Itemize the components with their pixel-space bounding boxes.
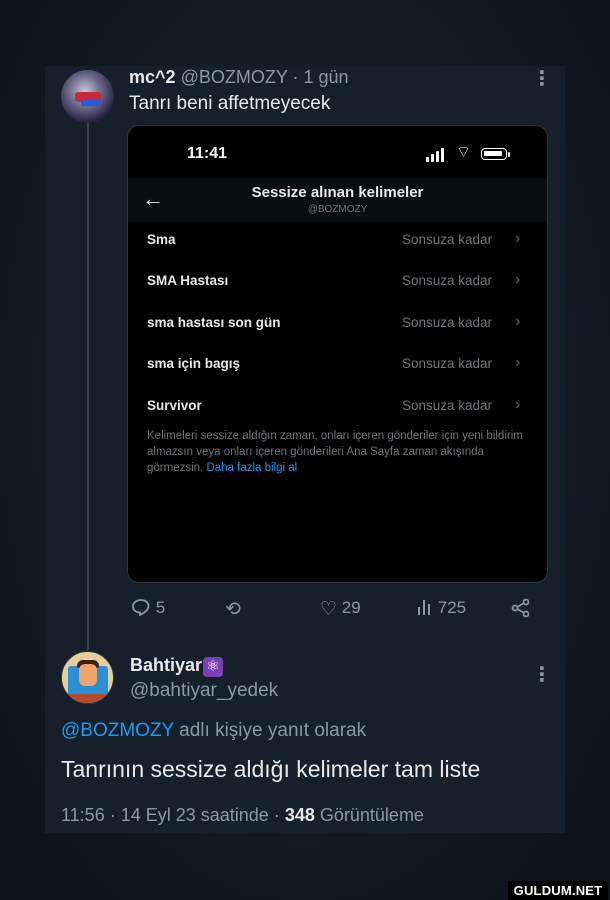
reply-icon	[132, 599, 150, 617]
more-dots-icon[interactable]: ⋮	[532, 66, 552, 91]
page-subtitle: @BOZMOZY	[307, 204, 368, 215]
tweet-text: Tanrının sessize aldığı kelimeler tam li…	[61, 756, 481, 782]
list-item: SMA Hastası Sonsuza kadar ›	[128, 267, 547, 297]
retweet-icon: ⟲	[225, 599, 241, 620]
signal-icon	[426, 157, 429, 162]
replying-to: @BOZMOZY adlı kişiye yanıt olarak	[61, 720, 367, 741]
wifi-icon: ⌔	[456, 144, 472, 161]
analytics-icon	[417, 599, 433, 615]
more-dots-icon[interactable]: ⋮	[532, 662, 552, 687]
share-icon	[511, 598, 530, 618]
status-time: 11:41	[187, 145, 228, 162]
mute-duration: Sonsuza kadar	[402, 398, 493, 413]
watermark: GULDUM.NET	[508, 881, 608, 900]
views-label: Görüntüleme	[319, 805, 424, 825]
battery-icon	[481, 148, 507, 160]
tweet-text: Tanrı beni affetmeyecek	[129, 93, 331, 114]
timestamp[interactable]: 11:56 · 14 Eyl 23 saatinde ·	[61, 805, 280, 825]
chevron-right-icon: ›	[515, 313, 521, 330]
tweet-meta: 11:56 · 14 Eyl 23 saatinde · 348 Görüntü…	[61, 805, 424, 826]
muted-word: Survivor	[147, 398, 202, 413]
list-item: Sma Sonsuza kadar ›	[128, 226, 547, 256]
chevron-right-icon: ›	[515, 271, 521, 288]
view-count: 725	[437, 598, 467, 617]
reply-count: 5	[155, 598, 166, 617]
page-title: Sessize alınan kelimeler	[251, 184, 424, 201]
mute-duration: Sonsuza kadar	[402, 315, 493, 330]
list-item: Survivor Sonsuza kadar ›	[128, 392, 547, 422]
learn-more-link: Daha fazla bilgi al	[206, 462, 298, 474]
views-button[interactable]: 725	[417, 598, 466, 618]
chevron-right-icon: ›	[515, 230, 521, 247]
share-button[interactable]	[511, 598, 531, 620]
muted-word: sma için bagış	[147, 356, 241, 371]
chevron-right-icon: ›	[515, 396, 521, 413]
reply-button[interactable]: 5	[131, 598, 165, 618]
handle[interactable]: @bahtiyar_yedek	[130, 680, 278, 702]
mute-duration: Sonsuza kadar	[402, 232, 493, 247]
list-item: sma hastası son gün Sonsuza kadar ›	[128, 309, 547, 339]
mention-link[interactable]: @BOZMOZY	[61, 720, 174, 741]
display-name[interactable]: mc^2	[129, 67, 176, 87]
like-button[interactable]: ♡ 29	[320, 598, 361, 621]
avatar[interactable]	[61, 70, 114, 123]
list-item: sma için bagış Sonsuza kadar ›	[128, 350, 547, 380]
tweet-header: mc^2 @BOZMOZY · 1 gün	[129, 67, 349, 88]
display-name[interactable]: Bahtiyar ⚛	[130, 655, 224, 677]
tweet-image[interactable]: 11:41 ⌔ ← Sessize alınan kelimeler @BOZM…	[127, 125, 548, 583]
mute-duration: Sonsuza kadar	[402, 273, 493, 288]
muted-word: SMA Hastası	[147, 273, 229, 288]
info-text: Kelimeleri sessize aldığın zaman, onları…	[147, 430, 523, 474]
avatar[interactable]	[61, 651, 114, 704]
mute-duration: Sonsuza kadar	[402, 356, 493, 371]
atom-icon: ⚛	[203, 657, 224, 677]
muted-word: Sma	[147, 232, 176, 247]
action-bar: 5 ⟲ ♡ 29 725	[0, 598, 610, 624]
chevron-right-icon: ›	[515, 354, 521, 371]
views-count: 348	[284, 805, 315, 825]
thread-line	[87, 122, 89, 650]
handle-time: @BOZMOZY · 1 gün	[180, 67, 349, 87]
retweet-button[interactable]: ⟲	[225, 598, 241, 621]
muted-word: sma hastası son gün	[147, 315, 281, 330]
heart-icon: ♡	[320, 599, 338, 620]
status-icons: ⌔	[426, 144, 516, 162]
like-count: 29	[341, 598, 361, 617]
